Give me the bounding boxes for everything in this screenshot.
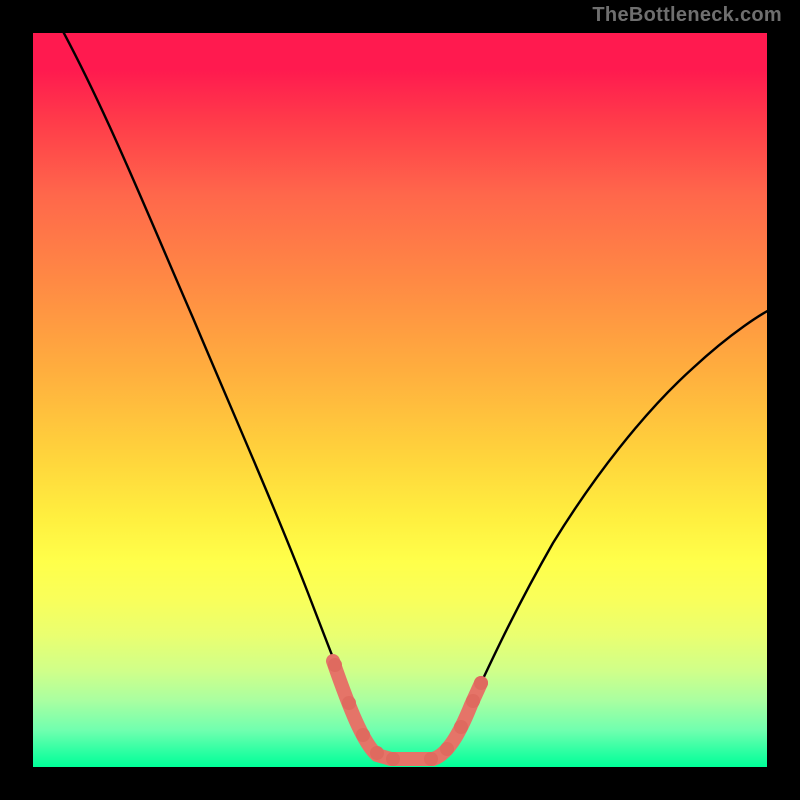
marker-band-left — [333, 661, 391, 759]
bottleneck-curve — [53, 33, 767, 759]
chart-frame: TheBottleneck.com — [0, 0, 800, 800]
watermark-text: TheBottleneck.com — [592, 4, 782, 27]
chart-svg — [33, 33, 767, 767]
plot-area — [33, 33, 767, 767]
